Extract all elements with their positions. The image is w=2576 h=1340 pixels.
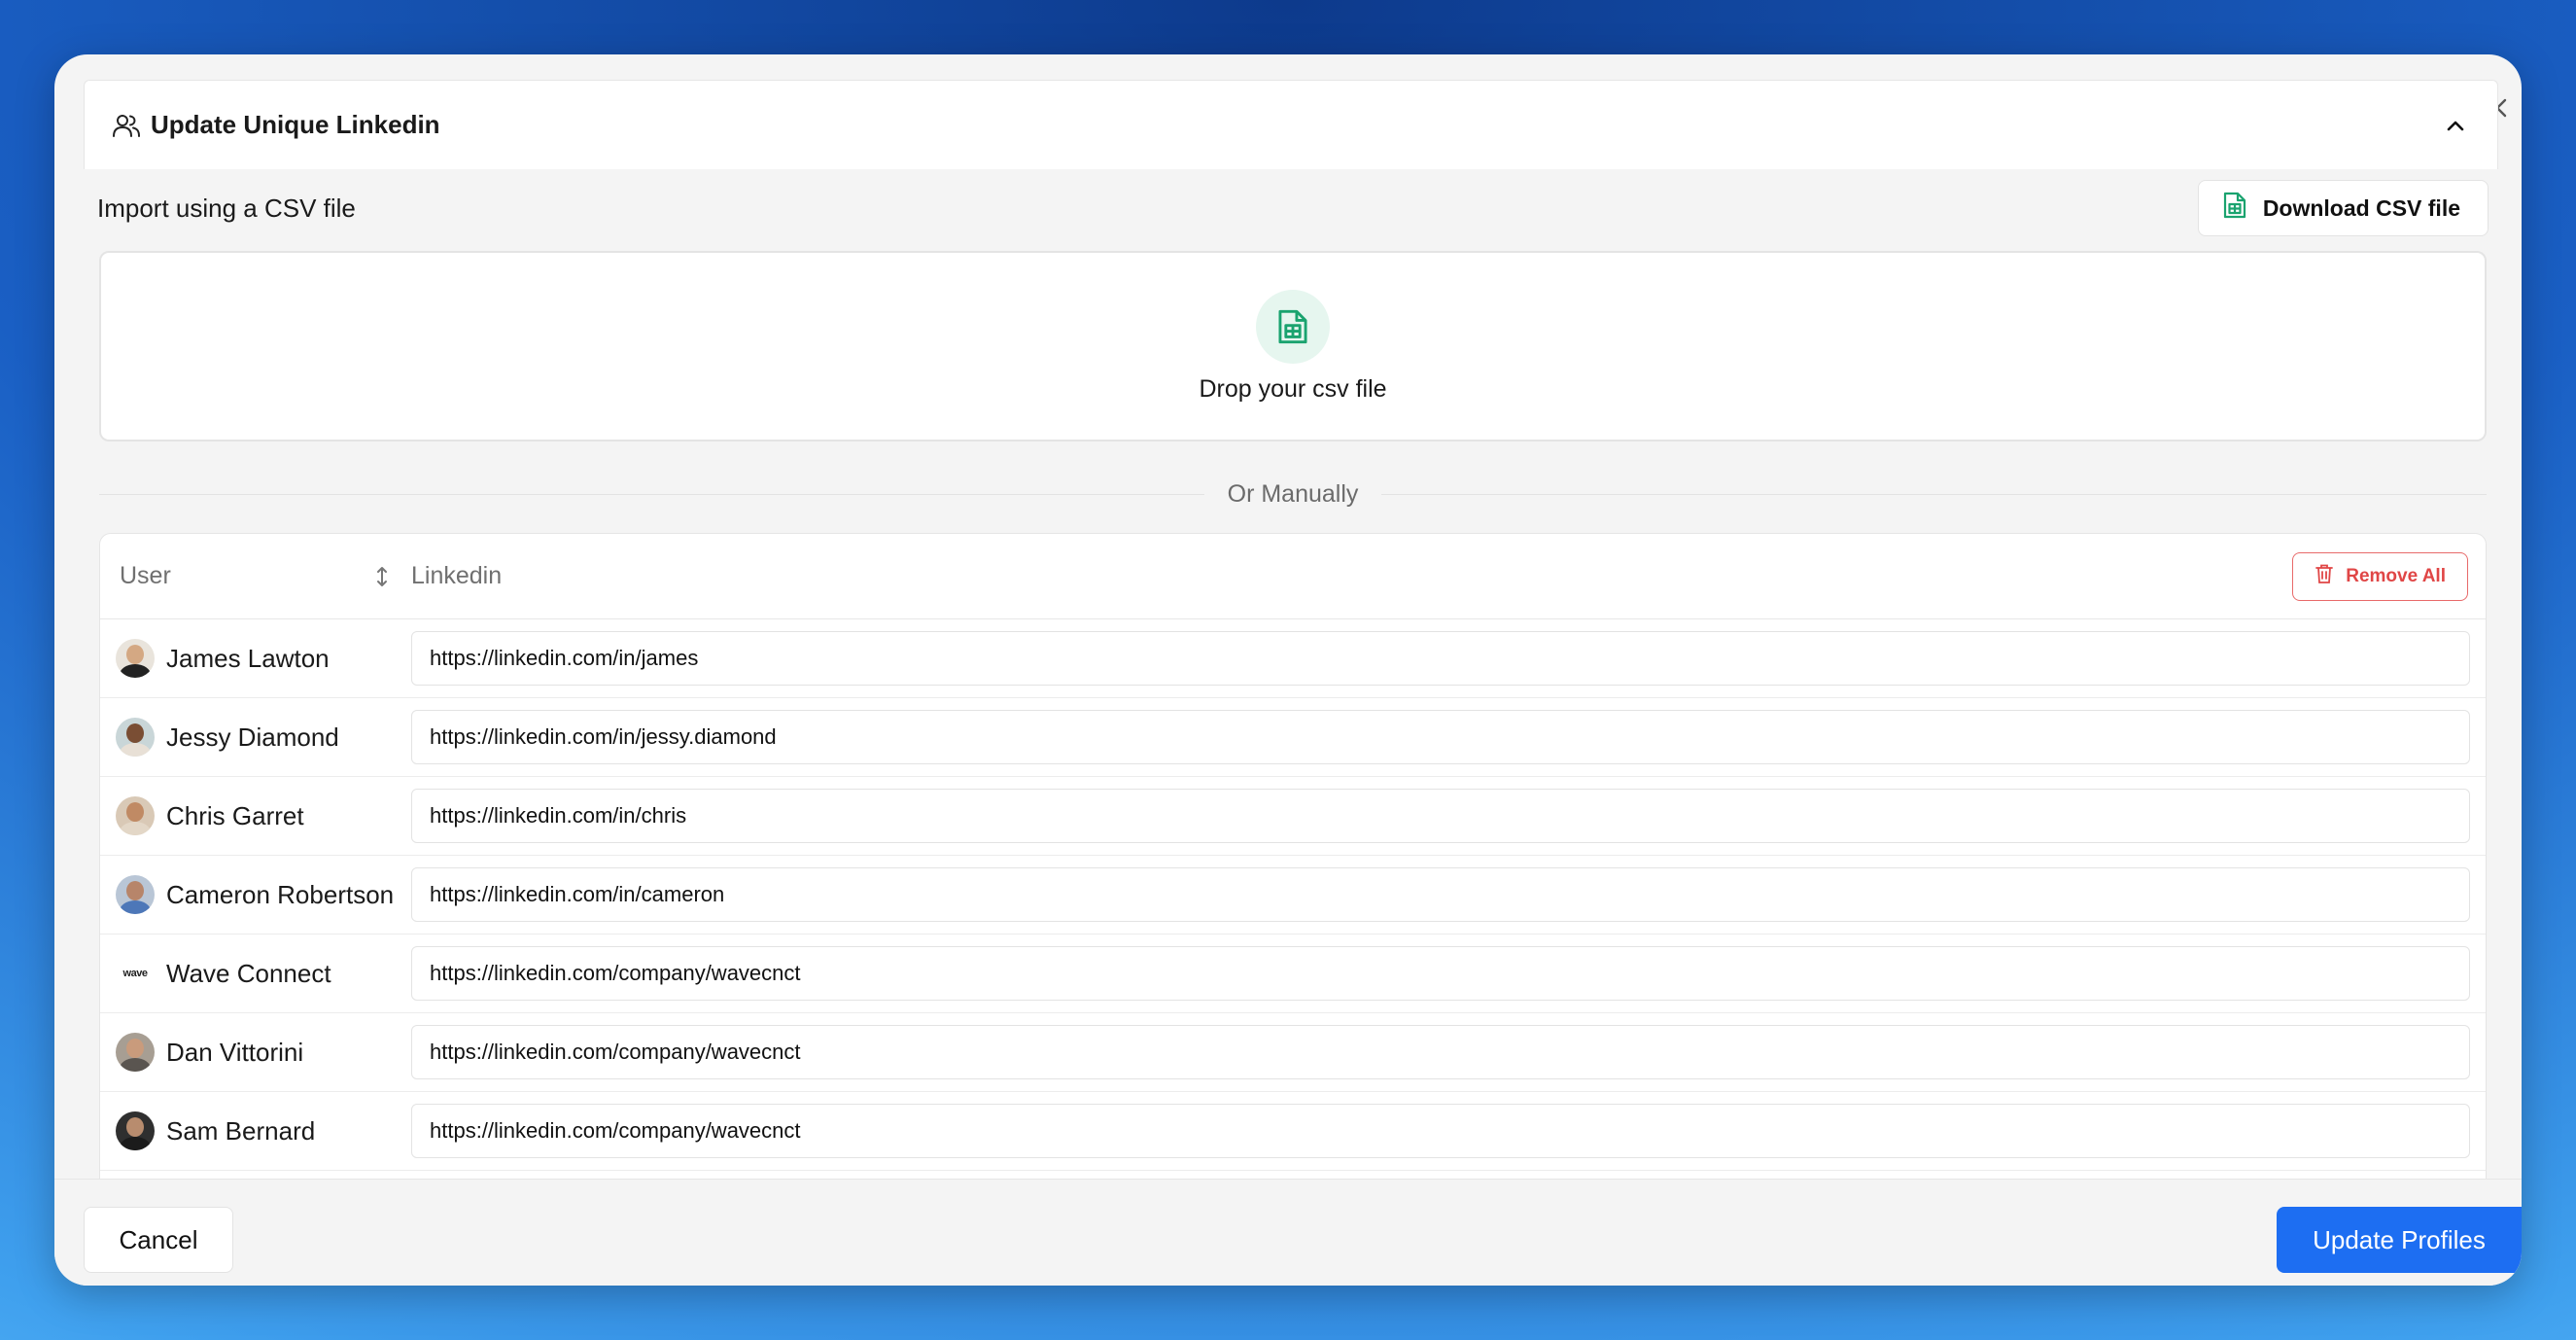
dialog-footer: Cancel Update Profiles (54, 1179, 2522, 1286)
user-name: Chris Garret (166, 800, 304, 830)
csv-dropzone[interactable]: Drop your csv file (99, 251, 2487, 441)
csv-file-icon (2222, 191, 2247, 226)
panel-header[interactable]: Update Unique Linkedin (84, 80, 2498, 169)
users-icon (112, 111, 141, 140)
trash-icon (2315, 563, 2334, 590)
divider-line (1381, 493, 2488, 495)
dialog-title: Update Unique Linkedin (151, 110, 440, 139)
avatar (116, 796, 155, 835)
table-row: Sam Bernard (100, 1092, 2486, 1171)
wave-logo: wave (122, 968, 148, 979)
table-row: Jessy Diamond (100, 698, 2486, 777)
chevron-up-icon[interactable] (2441, 111, 2470, 140)
user-cell: wave Wave Connect (100, 954, 411, 993)
download-csv-button[interactable]: Download CSV file (2197, 180, 2489, 236)
linkedin-url-input[interactable] (411, 1025, 2470, 1079)
linkedin-url-input[interactable] (411, 789, 2470, 843)
user-name: Cameron Robertson (166, 879, 395, 909)
user-cell: Cameron Robertson (100, 875, 411, 914)
download-csv-label: Download CSV file (2262, 194, 2460, 221)
user-name: Wave Connect (166, 958, 331, 988)
avatar (116, 639, 155, 678)
user-name: Sam Bernard (166, 1115, 316, 1146)
column-user-label: User (120, 562, 171, 589)
table-row: wave Wave Connect (100, 934, 2486, 1013)
user-name: James Lawton (166, 643, 330, 673)
table-header: User Linkedin Remove All (100, 534, 2486, 619)
user-cell: Dan Vittorini (100, 1033, 411, 1072)
linkedin-url-input[interactable] (411, 710, 2470, 764)
user-cell: Sam Bernard (100, 1111, 411, 1150)
import-row: Import using a CSV file Download CSV fil… (97, 179, 2489, 237)
user-cell: Jessy Diamond (100, 718, 411, 757)
linkedin-url-input[interactable] (411, 631, 2470, 686)
update-linkedin-dialog: Update Unique Linkedin Import using a CS… (54, 54, 2522, 1286)
table-row: Dan Vittorini (100, 1013, 2486, 1092)
or-manually-divider: Or Manually (99, 467, 2488, 521)
linkedin-url-input[interactable] (411, 1104, 2470, 1158)
import-label: Import using a CSV file (97, 193, 356, 223)
remove-all-label: Remove All (2346, 565, 2446, 586)
remove-all-button[interactable]: Remove All (2292, 551, 2468, 601)
update-profiles-button[interactable]: Update Profiles (2277, 1207, 2522, 1273)
linkedin-url-input[interactable] (411, 867, 2470, 922)
table-row: Cameron Robertson (100, 856, 2486, 934)
user-name: Jessy Diamond (166, 722, 339, 752)
user-cell: Chris Garret (100, 796, 411, 835)
cancel-button[interactable]: Cancel (84, 1207, 233, 1273)
avatar (116, 1033, 155, 1072)
table-row: Chris Garret (100, 777, 2486, 856)
table-row: James Lawton (100, 619, 2486, 698)
avatar (116, 1111, 155, 1150)
divider-line (99, 493, 1204, 495)
linkedin-url-input[interactable] (411, 946, 2470, 1001)
avatar (116, 718, 155, 757)
csv-drop-icon (1256, 289, 1330, 364)
user-cell: James Lawton (100, 639, 411, 678)
column-header-linkedin: Linkedin (411, 562, 503, 589)
sort-icon[interactable] (370, 565, 394, 588)
avatar (116, 875, 155, 914)
drop-text: Drop your csv file (1199, 374, 1387, 403)
divider-text: Or Manually (1227, 479, 1359, 508)
linkedin-table: User Linkedin Remove All James Lawton ht… (99, 533, 2487, 1252)
user-name: Dan Vittorini (166, 1037, 304, 1067)
column-header-user[interactable]: User (100, 562, 411, 590)
